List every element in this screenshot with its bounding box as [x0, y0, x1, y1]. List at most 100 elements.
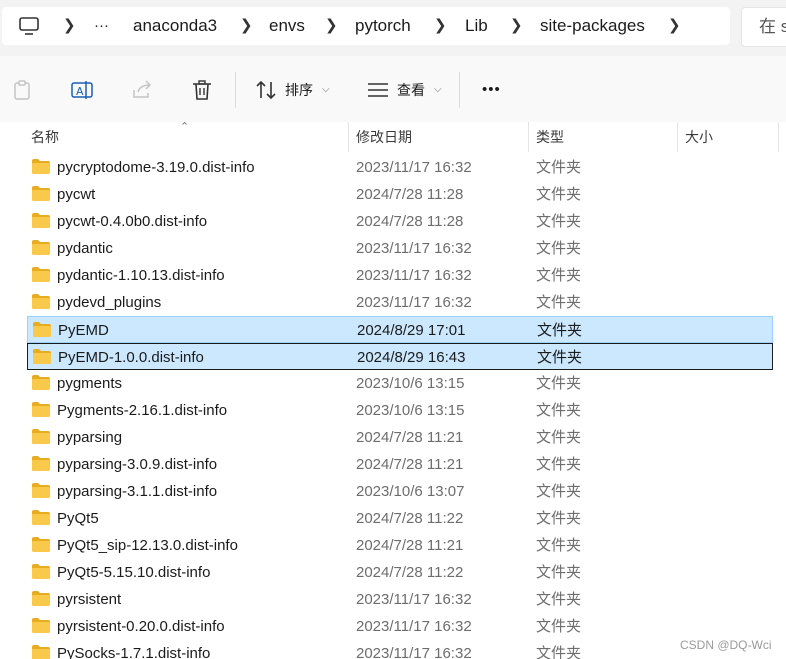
- folder-icon: [32, 267, 50, 282]
- this-pc-icon[interactable]: [18, 16, 40, 36]
- file-modified-date: 2023/11/17 16:32: [356, 267, 472, 284]
- file-name[interactable]: pygments: [57, 370, 122, 397]
- file-name[interactable]: pydantic: [57, 235, 113, 262]
- file-name[interactable]: pyparsing-3.0.9.dist-info: [57, 451, 217, 478]
- folder-icon: [32, 294, 50, 309]
- sort-icon: [254, 78, 278, 102]
- file-row[interactable]: Pygments-2.16.1.dist-info 2023/10/6 13:15…: [27, 397, 773, 424]
- file-type: 文件夹: [536, 537, 582, 554]
- file-row[interactable]: pycwt-0.4.0b0.dist-info 2024/7/28 11:28 文件…: [27, 208, 773, 235]
- file-name[interactable]: PyQt5_sip-12.13.0.dist-info: [57, 532, 238, 559]
- chevron-right-icon[interactable]: ❯: [63, 7, 76, 45]
- file-modified-date: 2023/11/17 16:32: [356, 294, 472, 311]
- file-modified-date: 2023/11/17 16:32: [356, 645, 472, 659]
- column-modified[interactable]: 修改日期: [356, 122, 412, 152]
- chevron-right-icon[interactable]: ❯: [510, 7, 523, 45]
- file-type: 文件夹: [536, 645, 582, 659]
- folder-icon: [32, 483, 50, 498]
- paste-icon[interactable]: [10, 78, 34, 102]
- address-bar[interactable]: ❯ ··· ❯ ❯ ❯ ❯ ❯ anaconda3 envs pytorch L…: [2, 7, 730, 45]
- file-name[interactable]: PyEMD: [58, 317, 109, 344]
- file-type: 文件夹: [537, 349, 583, 366]
- breadcrumb-lib[interactable]: Lib: [465, 7, 488, 45]
- file-row[interactable]: pyrsistent-0.20.0.dist-info 2023/11/17 16…: [27, 613, 773, 640]
- file-name[interactable]: PyEMD-1.0.0.dist-info: [58, 344, 204, 371]
- file-modified-date: 2023/11/17 16:32: [356, 159, 472, 176]
- file-row[interactable]: PyQt5-5.15.10.dist-info 2024/7/28 11:22 文件…: [27, 559, 773, 586]
- column-size[interactable]: 大小: [685, 122, 713, 152]
- view-button[interactable]: 查看 ⌵: [365, 76, 447, 104]
- file-row[interactable]: pycwt 2024/7/28 11:28 文件夹: [27, 181, 773, 208]
- file-type: 文件夹: [536, 267, 582, 284]
- column-divider[interactable]: [348, 122, 349, 152]
- file-row[interactable]: pyparsing-3.0.9.dist-info 2024/7/28 11:21…: [27, 451, 773, 478]
- file-row[interactable]: pyparsing-3.1.1.dist-info 2023/10/6 13:07…: [27, 478, 773, 505]
- file-type: 文件夹: [536, 159, 582, 176]
- folder-icon: [32, 213, 50, 228]
- file-name[interactable]: pyparsing-3.1.1.dist-info: [57, 478, 217, 505]
- sort-ascending-icon: ⌃: [180, 121, 190, 133]
- file-name[interactable]: PySocks-1.7.1.dist-info: [57, 640, 210, 659]
- file-row[interactable]: PyEMD-1.0.0.dist-info 2024/8/29 16:43 文件夹: [27, 343, 773, 370]
- file-row[interactable]: pyrsistent 2023/11/17 16:32 文件夹: [27, 586, 773, 613]
- column-type[interactable]: 类型: [536, 122, 564, 152]
- delete-icon[interactable]: [190, 78, 214, 102]
- file-name[interactable]: pyrsistent: [57, 586, 121, 613]
- file-row[interactable]: pygments 2023/10/6 13:15 文件夹: [27, 370, 773, 397]
- breadcrumb-site-packages[interactable]: site-packages: [540, 7, 645, 45]
- search-box[interactable]: 在 s: [741, 7, 786, 47]
- chevron-right-icon[interactable]: ❯: [434, 7, 447, 45]
- folder-icon: [32, 159, 50, 174]
- share-icon[interactable]: [130, 78, 154, 102]
- file-row[interactable]: PySocks-1.7.1.dist-info 2023/11/17 16:32 文…: [27, 640, 773, 659]
- column-divider[interactable]: [528, 122, 529, 152]
- file-name[interactable]: pycryptodome-3.19.0.dist-info: [57, 154, 255, 181]
- file-name[interactable]: pyrsistent-0.20.0.dist-info: [57, 613, 225, 640]
- file-name[interactable]: pydantic-1.10.13.dist-info: [57, 262, 225, 289]
- chevron-right-icon[interactable]: ❯: [668, 7, 681, 45]
- file-modified-date: 2024/7/28 11:28: [356, 186, 464, 203]
- file-type: 文件夹: [536, 375, 582, 392]
- watermark: CSDN @DQ-Wci: [680, 638, 772, 652]
- column-divider[interactable]: [778, 122, 779, 152]
- file-name[interactable]: Pygments-2.16.1.dist-info: [57, 397, 227, 424]
- file-row[interactable]: pydantic 2023/11/17 16:32 文件夹: [27, 235, 773, 262]
- breadcrumb-envs[interactable]: envs: [269, 7, 305, 45]
- column-divider[interactable]: [677, 122, 678, 152]
- file-modified-date: 2024/7/28 11:21: [356, 429, 464, 446]
- file-name[interactable]: pycwt-0.4.0b0.dist-info: [57, 208, 207, 235]
- breadcrumb-pytorch[interactable]: pytorch: [355, 7, 411, 45]
- file-row[interactable]: pycryptodome-3.19.0.dist-info 2023/11/17 …: [27, 154, 773, 181]
- folder-icon: [32, 375, 50, 390]
- folder-icon: [32, 456, 50, 471]
- file-modified-date: 2024/7/28 11:22: [356, 510, 464, 527]
- file-row[interactable]: PyQt5 2024/7/28 11:22 文件夹: [27, 505, 773, 532]
- file-modified-date: 2023/10/6 13:15: [356, 375, 465, 392]
- file-row[interactable]: PyQt5_sip-12.13.0.dist-info 2024/7/28 11:…: [27, 532, 773, 559]
- chevron-right-icon[interactable]: ❯: [325, 7, 338, 45]
- breadcrumb-anaconda3[interactable]: anaconda3: [133, 7, 217, 45]
- column-name[interactable]: 名称: [31, 122, 59, 152]
- file-row[interactable]: pyparsing 2024/7/28 11:21 文件夹: [27, 424, 773, 451]
- column-header: ⌃ 名称 修改日期 类型 大小: [0, 121, 786, 152]
- file-name[interactable]: PyQt5: [57, 505, 99, 532]
- file-list: pycryptodome-3.19.0.dist-info 2023/11/17 …: [0, 154, 786, 659]
- file-name[interactable]: PyQt5-5.15.10.dist-info: [57, 559, 210, 586]
- chevron-right-icon[interactable]: ❯: [240, 7, 253, 45]
- file-row[interactable]: PyEMD 2024/8/29 17:01 文件夹: [27, 316, 773, 343]
- folder-icon: [32, 537, 50, 552]
- file-row[interactable]: pydevd_plugins 2023/11/17 16:32 文件夹: [27, 289, 773, 316]
- view-icon: [367, 80, 389, 100]
- toolbar-divider: [459, 72, 460, 108]
- rename-icon[interactable]: A: [70, 78, 94, 102]
- file-row[interactable]: pydantic-1.10.13.dist-info 2023/11/17 16:…: [27, 262, 773, 289]
- folder-icon: [32, 186, 50, 201]
- folder-icon: [32, 618, 50, 633]
- sort-button[interactable]: 排序 ⌵: [252, 76, 334, 104]
- file-name[interactable]: pyparsing: [57, 424, 122, 451]
- sort-label: 排序: [285, 82, 313, 98]
- breadcrumb-overflow[interactable]: ···: [94, 7, 109, 45]
- file-name[interactable]: pycwt: [57, 181, 95, 208]
- more-options-button[interactable]: •••: [482, 76, 501, 104]
- file-name[interactable]: pydevd_plugins: [57, 289, 161, 316]
